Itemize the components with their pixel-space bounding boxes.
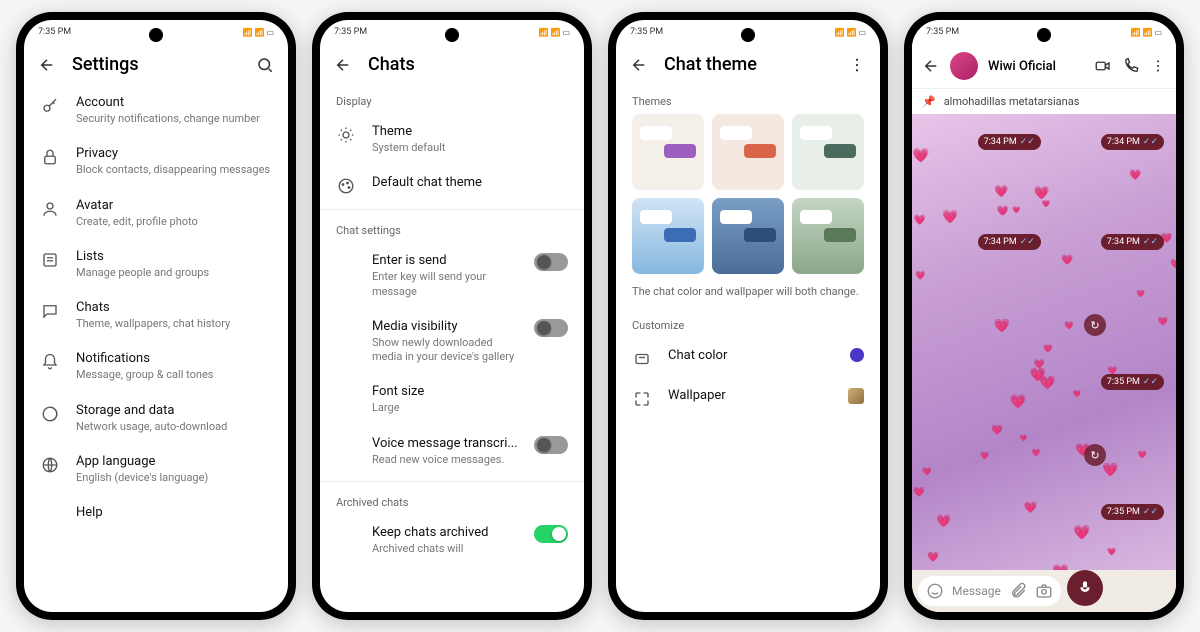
forward-icon[interactable]: ↻ <box>1084 314 1106 336</box>
toggle-enter-send[interactable] <box>534 253 568 271</box>
camera-notch <box>445 28 459 42</box>
page-title: Chats <box>368 54 570 75</box>
chats-media-visibility[interactable]: Media visibilityShow newly downloaded me… <box>320 309 584 375</box>
toggle-voice-transcript[interactable] <box>534 436 568 454</box>
customize-wallpaper[interactable]: Wallpaper <box>616 378 880 418</box>
message-bubble[interactable]: 7:34 PM✓✓ <box>1101 134 1164 150</box>
storage-icon <box>40 403 60 423</box>
message-bubble[interactable]: 7:35 PM✓✓ <box>1101 374 1164 390</box>
message-bubble[interactable]: 7:34 PM✓✓ <box>1101 234 1164 250</box>
app-bar: Settings <box>24 44 288 85</box>
section-customize: Customize <box>616 309 880 338</box>
toggle-keep-archived[interactable] <box>534 525 568 543</box>
chats-voice-transcript[interactable]: Voice message transcri...Read new voice … <box>320 426 584 477</box>
app-bar: Chats <box>320 44 584 85</box>
pin-icon: 📌 <box>922 95 936 108</box>
pinned-message[interactable]: 📌 almohadillas metatarsianas <box>912 88 1176 114</box>
forward-icon[interactable]: ↻ <box>1084 444 1106 466</box>
wallpaper-thumb <box>848 388 864 404</box>
back-icon[interactable] <box>38 56 56 74</box>
settings-notifications[interactable]: NotificationsMessage, group & call tones <box>24 341 288 392</box>
input-area: Message <box>912 570 1176 612</box>
message-bubble[interactable]: 7:34 PM✓✓ <box>978 234 1041 250</box>
attach-icon[interactable] <box>1009 582 1027 600</box>
back-icon[interactable] <box>630 56 648 74</box>
section-chat-settings: Chat settings <box>320 214 584 243</box>
settings-language[interactable]: App languageEnglish (device's language) <box>24 444 288 495</box>
message-bubble[interactable]: 7:35 PM✓✓ <box>1101 504 1164 520</box>
theme-tile[interactable] <box>792 198 864 274</box>
voice-call-icon[interactable] <box>1122 57 1140 75</box>
key-icon <box>40 95 60 115</box>
camera-notch <box>1037 28 1051 42</box>
contact-name[interactable]: Wiwi Oficial <box>988 59 1084 74</box>
chats-enter-send[interactable]: Enter is sendEnter key will send your me… <box>320 243 584 309</box>
phone-frame-2: 7:35 PM📶 📶 ▭ Chats Display ThemeSystem d… <box>312 12 592 620</box>
search-icon[interactable] <box>256 56 274 74</box>
back-icon[interactable] <box>334 56 352 74</box>
settings-lists[interactable]: ListsManage people and groups <box>24 239 288 290</box>
customize-chat-color[interactable]: Chat color <box>616 338 880 378</box>
bell-icon <box>40 351 60 371</box>
contact-avatar[interactable] <box>950 52 978 80</box>
settings-help[interactable]: Help <box>24 495 288 530</box>
phone-frame-3: 7:35 PM📶 📶 ▭ Chat theme Themes The chat … <box>608 12 888 620</box>
chat-header: Wiwi Oficial <box>912 44 1176 88</box>
message-bubble[interactable]: 7:34 PM✓✓ <box>978 134 1041 150</box>
color-icon <box>632 348 652 368</box>
wallpaper-icon <box>632 388 652 408</box>
settings-privacy[interactable]: PrivacyBlock contacts, disappearing mess… <box>24 136 288 187</box>
chats-font-size[interactable]: Font sizeLarge <box>320 374 584 425</box>
mic-button[interactable] <box>1067 570 1103 606</box>
lists-icon <box>40 249 60 269</box>
theme-tile[interactable] <box>632 198 704 274</box>
camera-notch <box>149 28 163 42</box>
chats-default-theme[interactable]: Default chat theme <box>320 165 584 205</box>
theme-tile[interactable] <box>632 114 704 190</box>
chat-color-swatch <box>850 348 864 362</box>
back-icon[interactable] <box>922 57 940 75</box>
message-input[interactable]: Message <box>918 576 1061 606</box>
chat-body[interactable]: 💗💗💗💗💗💗💗💗💗💗💗💗💗💗💗💗💗💗💗💗💗💗💗💗💗💗💗💗💗💗💗💗💗💗💗💗💗💗💗💗… <box>912 114 1176 570</box>
video-call-icon[interactable] <box>1094 57 1112 75</box>
section-display: Display <box>320 85 584 114</box>
section-archived: Archived chats <box>320 486 584 515</box>
app-bar: Chat theme <box>616 44 880 85</box>
camera-notch <box>741 28 755 42</box>
lock-icon <box>40 146 60 166</box>
theme-tile[interactable] <box>712 114 784 190</box>
chats-keep-archived[interactable]: Keep chats archivedArchived chats will <box>320 515 584 566</box>
avatar-icon <box>40 198 60 218</box>
theme-tile[interactable] <box>712 198 784 274</box>
globe-icon <box>40 454 60 474</box>
page-title: Chat theme <box>664 54 832 75</box>
settings-avatar[interactable]: AvatarCreate, edit, profile photo <box>24 188 288 239</box>
more-icon[interactable] <box>1150 58 1166 74</box>
emoji-icon[interactable] <box>926 582 944 600</box>
chats-theme[interactable]: ThemeSystem default <box>320 114 584 165</box>
theme-icon <box>336 124 356 144</box>
section-themes: Themes <box>616 85 880 114</box>
chat-icon <box>40 300 60 320</box>
theme-hint: The chat color and wallpaper will both c… <box>616 274 880 309</box>
camera-icon[interactable] <box>1035 582 1053 600</box>
settings-account[interactable]: AccountSecurity notifications, change nu… <box>24 85 288 136</box>
settings-chats[interactable]: ChatsTheme, wallpapers, chat history <box>24 290 288 341</box>
palette-icon <box>336 175 356 195</box>
phone-frame-1: 7:35 PM 📶 📶 ▭ Settings AccountSecurity n… <box>16 12 296 620</box>
settings-storage[interactable]: Storage and dataNetwork usage, auto-down… <box>24 393 288 444</box>
more-icon[interactable] <box>848 56 866 74</box>
theme-tile[interactable] <box>792 114 864 190</box>
themes-grid <box>616 114 880 274</box>
toggle-media-visibility[interactable] <box>534 319 568 337</box>
page-title: Settings <box>72 54 240 75</box>
phone-frame-4: 7:35 PM📶 📶 ▭ Wiwi Oficial 📌 almohadillas… <box>904 12 1184 620</box>
